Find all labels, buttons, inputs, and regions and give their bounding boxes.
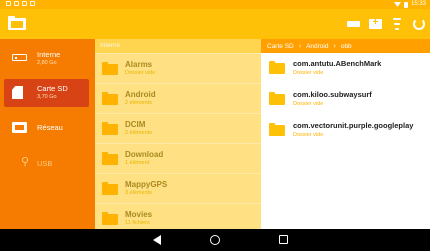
- list-item[interactable]: DCIM 2 éléments: [95, 113, 261, 143]
- folder-icon: [102, 152, 118, 165]
- notification-icon: [22, 1, 27, 6]
- sort-button[interactable]: [386, 9, 408, 39]
- folder-name: com.vectorunit.purple.googleplay: [293, 121, 414, 130]
- folder-info: 1 élément: [125, 160, 150, 166]
- back-icon[interactable]: [153, 235, 161, 245]
- drive-button[interactable]: [342, 9, 364, 39]
- usb-icon: ⚲: [21, 156, 30, 168]
- folder-icon: [269, 123, 285, 136]
- folder-name: Movies: [125, 210, 153, 219]
- drive-icon: [346, 21, 360, 27]
- chevron-right-icon: ›: [298, 42, 302, 50]
- app-folder-icon[interactable]: [8, 16, 26, 31]
- breadcrumb-item[interactable]: obb: [341, 43, 352, 50]
- pane-path: Interne: [95, 39, 261, 53]
- clock: 15:33: [410, 1, 426, 7]
- sidebar-item-usb[interactable]: ⚲ USB: [4, 150, 89, 178]
- sidebar-item-reseau[interactable]: Réseau: [4, 114, 89, 142]
- folder-name: com.kiloo.subwaysurf: [293, 90, 372, 99]
- list-item[interactable]: Alarms Dossier vide: [95, 53, 261, 83]
- notification-icon: [6, 1, 11, 6]
- refresh-icon: [413, 18, 425, 30]
- breadcrumb: Carte SD › Android › obb: [261, 39, 430, 53]
- list-item[interactable]: Movies 11 fichiers: [95, 203, 261, 229]
- folder-info: Dossier vide: [293, 132, 324, 138]
- folder-info: 11 fichiers: [125, 220, 150, 226]
- folder-info: Dossier vide: [293, 70, 324, 76]
- breadcrumb-item[interactable]: Android: [306, 43, 328, 50]
- folder-info: 3 éléments: [125, 190, 152, 196]
- home-icon[interactable]: [210, 235, 220, 245]
- notification-icons: [6, 1, 35, 6]
- sidebar-item-size: 2,80 Go: [37, 60, 57, 66]
- new-folder-icon: [368, 18, 382, 29]
- list-item[interactable]: Download 1 élément: [95, 143, 261, 173]
- sidebar: Interne 2,80 Go Carte SD 3,70 Go Réseau …: [0, 39, 95, 229]
- internal-storage-icon: [12, 54, 27, 61]
- sidebar-item-label: Carte SD: [37, 84, 68, 93]
- sort-icon: [393, 18, 401, 30]
- folder-info: Dossier vide: [125, 70, 156, 76]
- folder-icon: [102, 182, 118, 195]
- chevron-right-icon: ›: [333, 42, 336, 50]
- notification-icon: [14, 1, 19, 6]
- sidebar-item-label: Réseau: [37, 123, 63, 132]
- folder-icon: [102, 62, 118, 75]
- toolbar-actions: [342, 9, 430, 39]
- sidebar-item-carte-sd[interactable]: Carte SD 3,70 Go: [4, 79, 89, 107]
- list-item[interactable]: com.antutu.ABenchMark Dossier vide: [261, 53, 430, 84]
- recent-apps-icon[interactable]: [279, 235, 288, 244]
- sidebar-item-label: USB: [37, 159, 53, 168]
- breadcrumb-item[interactable]: Carte SD: [267, 43, 294, 50]
- sidebar-item-interne[interactable]: Interne 2,80 Go: [4, 45, 89, 73]
- folder-info: 2 éléments: [125, 130, 152, 136]
- refresh-button[interactable]: [408, 9, 430, 39]
- folder-icon: [102, 122, 118, 135]
- battery-icon: [403, 1, 408, 8]
- folder-name: Android: [125, 90, 156, 99]
- list-item[interactable]: com.kiloo.subwaysurf Dossier vide: [261, 84, 430, 115]
- sd-card-pane: Carte SD › Android › obb com.antutu.ABen…: [261, 39, 430, 229]
- folder-name: com.antutu.ABenchMark: [293, 59, 382, 68]
- status-bar: 15:33: [0, 0, 430, 9]
- wifi-icon: [393, 2, 401, 7]
- folder-info: Dossier vide: [293, 101, 324, 107]
- app-bar: [0, 9, 430, 39]
- folder-icon: [102, 212, 118, 225]
- navigation-bar: [0, 229, 430, 251]
- folder-name: DCIM: [125, 120, 146, 129]
- new-folder-button[interactable]: [364, 9, 386, 39]
- folder-name: Download: [125, 150, 164, 159]
- folder-name: MappyGPS: [125, 180, 168, 189]
- notification-icon: [30, 1, 35, 6]
- sd-card-icon: [12, 86, 23, 99]
- folder-icon: [102, 92, 118, 105]
- internal-storage-pane: Interne Alarms Dossier vide Android 2 él…: [95, 39, 261, 229]
- network-icon: [12, 122, 27, 133]
- folder-name: Alarms: [125, 60, 153, 69]
- list-item[interactable]: Android 2 éléments: [95, 83, 261, 113]
- folder-icon: [269, 92, 285, 105]
- sidebar-item-label: Interne: [37, 50, 61, 59]
- list-item[interactable]: com.vectorunit.purple.googleplay Dossier…: [261, 115, 430, 146]
- folder-info: 2 éléments: [125, 100, 152, 106]
- sidebar-item-size: 3,70 Go: [37, 94, 57, 100]
- folder-icon: [269, 61, 285, 74]
- list-item[interactable]: MappyGPS 3 éléments: [95, 173, 261, 203]
